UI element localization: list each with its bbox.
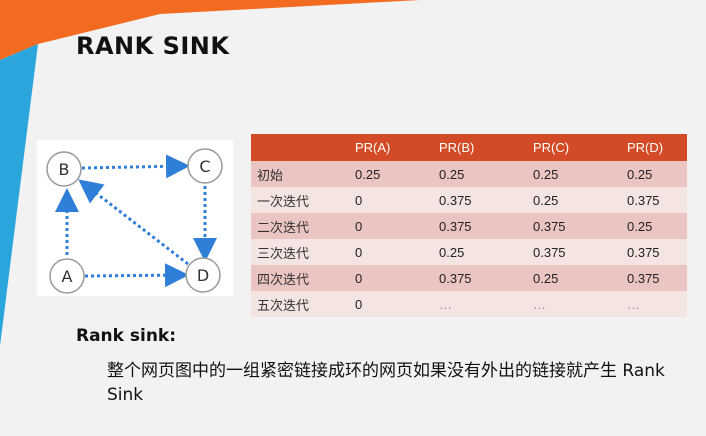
edge-d-b <box>78 179 189 266</box>
row-label: 五次迭代 <box>251 291 349 317</box>
cell: 0.25 <box>433 239 527 265</box>
cell: 0.25 <box>349 161 433 187</box>
row-label: 一次迭代 <box>251 187 349 213</box>
cell: 0.25 <box>621 213 687 239</box>
table-row: 三次迭代 0 0.25 0.375 0.375 <box>251 239 687 265</box>
cell: 0.375 <box>527 213 621 239</box>
cell: 0 <box>349 291 433 317</box>
cell: 0.375 <box>621 265 687 291</box>
cell: 0.25 <box>527 187 621 213</box>
cell: 0 <box>349 239 433 265</box>
node-b: B <box>46 151 82 187</box>
graph-diagram: B C A D <box>37 140 233 296</box>
cell: … <box>433 291 527 317</box>
pagerank-table: PR(A) PR(B) PR(C) PR(D) 初始 0.25 0.25 0.2… <box>251 134 687 317</box>
cell: 0.25 <box>527 161 621 187</box>
node-a: A <box>49 258 85 294</box>
edge-b-c <box>81 154 190 179</box>
slide-title: RANK SINK <box>76 32 230 60</box>
svg-text:B: B <box>59 160 70 179</box>
svg-text:C: C <box>199 157 210 176</box>
svg-text:A: A <box>62 267 73 286</box>
cell: 0.25 <box>433 161 527 187</box>
blue-band <box>0 44 38 346</box>
table-header-row: PR(A) PR(B) PR(C) PR(D) <box>251 134 687 161</box>
cell: 0.375 <box>621 187 687 213</box>
cell: 0 <box>349 187 433 213</box>
table-row: 五次迭代 0 … … … <box>251 291 687 317</box>
cell: … <box>527 291 621 317</box>
header-pr-a: PR(A) <box>349 134 433 161</box>
svg-text:D: D <box>197 266 209 285</box>
node-c: C <box>187 148 223 184</box>
header-empty <box>251 134 349 161</box>
table-row: 一次迭代 0 0.375 0.25 0.375 <box>251 187 687 213</box>
row-label: 二次迭代 <box>251 213 349 239</box>
rank-sink-description: 整个网页图中的一组紧密链接成环的网页如果没有外出的链接就产生 Rank Sink <box>107 361 665 405</box>
table-row: 四次迭代 0 0.375 0.25 0.375 <box>251 265 687 291</box>
table-row: 二次迭代 0 0.375 0.375 0.25 <box>251 213 687 239</box>
cell: … <box>621 291 687 317</box>
edge-a-d <box>84 263 189 288</box>
cell: 0.25 <box>621 161 687 187</box>
cell: 0 <box>349 265 433 291</box>
cell: 0.375 <box>527 239 621 265</box>
cell: 0.375 <box>621 239 687 265</box>
header-pr-b: PR(B) <box>433 134 527 161</box>
header-pr-c: PR(C) <box>527 134 621 161</box>
cell: 0.375 <box>433 265 527 291</box>
node-d: D <box>185 257 221 293</box>
cell: 0.375 <box>433 187 527 213</box>
row-label: 初始 <box>251 161 349 187</box>
header-pr-d: PR(D) <box>621 134 687 161</box>
row-label: 四次迭代 <box>251 265 349 291</box>
cell: 0 <box>349 213 433 239</box>
row-label: 三次迭代 <box>251 239 349 265</box>
cell: 0.25 <box>527 265 621 291</box>
cell: 0.375 <box>433 213 527 239</box>
rank-sink-heading: Rank sink: <box>76 326 177 346</box>
table-row: 初始 0.25 0.25 0.25 0.25 <box>251 161 687 187</box>
